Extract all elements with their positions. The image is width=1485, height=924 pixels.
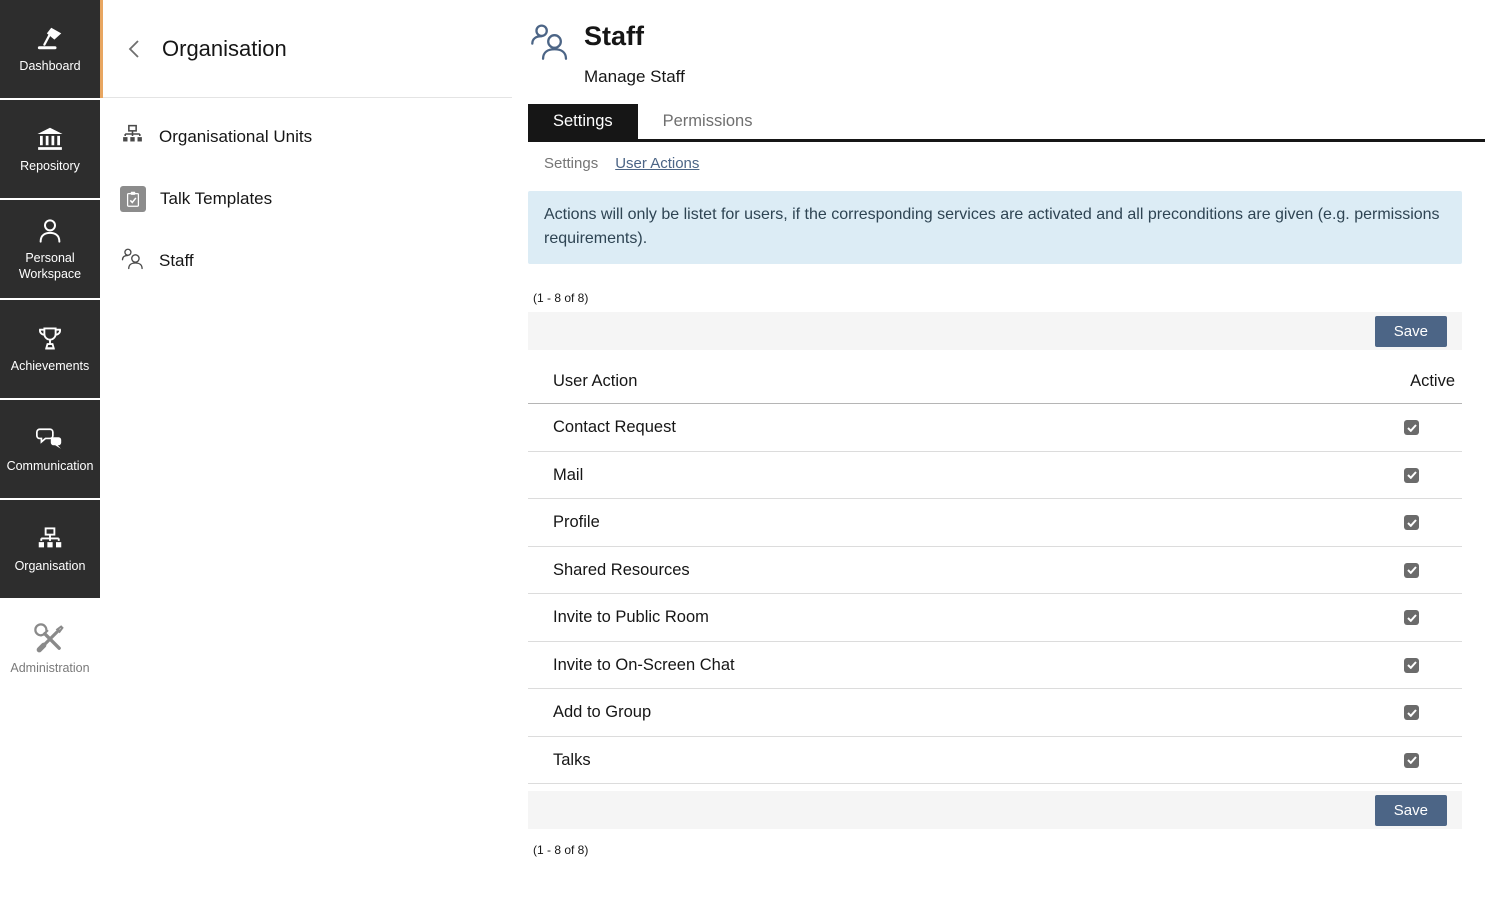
panel-title: Organisation xyxy=(162,36,287,62)
checkbox[interactable] xyxy=(1404,753,1419,768)
panel-item-staff[interactable]: Staff xyxy=(103,230,512,292)
page-title: Staff xyxy=(584,22,685,52)
row-label: Talks xyxy=(553,751,591,770)
panel-item-organisational-units[interactable]: Organisational Units xyxy=(103,106,512,168)
tab-permissions[interactable]: Permissions xyxy=(638,104,778,139)
panel-item-talk-templates[interactable]: Talk Templates xyxy=(103,168,512,230)
table-toolbar-bottom: Save xyxy=(528,791,1462,829)
subtab-bar: Settings User Actions xyxy=(528,142,1462,172)
row-label: Shared Resources xyxy=(553,561,690,580)
table-header: User Action Active xyxy=(528,356,1462,404)
row-label: Contact Request xyxy=(553,418,676,437)
clipboard-icon xyxy=(120,186,146,212)
sidebar-item-personal-workspace[interactable]: Personal Workspace xyxy=(0,200,100,298)
page-header: Staff Manage Staff xyxy=(528,22,1462,87)
checkbox[interactable] xyxy=(1404,420,1419,435)
sidebar-item-administration[interactable]: Administration xyxy=(0,600,100,698)
row-label: Add to Group xyxy=(553,703,651,722)
sidebar-item-repository[interactable]: Repository xyxy=(0,100,100,198)
sidebar-item-communication[interactable]: Communication xyxy=(0,400,100,498)
tab-settings[interactable]: Settings xyxy=(528,104,638,139)
save-button[interactable]: Save xyxy=(1375,316,1447,347)
table-row: Profile xyxy=(528,499,1462,547)
panel-list: Organisational Units Talk Templates xyxy=(103,98,512,292)
table-row: Contact Request xyxy=(528,404,1462,452)
column-header-user-action: User Action xyxy=(553,372,637,391)
row-label: Invite to Public Room xyxy=(553,608,709,627)
sidebar-item-organisation[interactable]: Organisation xyxy=(0,500,100,598)
chevron-left-icon[interactable] xyxy=(127,39,141,59)
subtab-user-actions[interactable]: User Actions xyxy=(615,155,699,172)
save-button[interactable]: Save xyxy=(1375,795,1447,826)
checkbox[interactable] xyxy=(1404,705,1419,720)
checkbox[interactable] xyxy=(1404,563,1419,578)
sidebar-item-dashboard[interactable]: Dashboard xyxy=(0,0,100,98)
organisation-panel: Organisation Organisational Units xyxy=(103,0,512,924)
table-row: Add to Group xyxy=(528,689,1462,737)
sidebar-item-achievements[interactable]: Achievements xyxy=(0,300,100,398)
table-row: Mail xyxy=(528,452,1462,500)
row-label: Mail xyxy=(553,466,583,485)
table-toolbar-top: Save xyxy=(528,312,1462,350)
panel-item-label: Talk Templates xyxy=(160,189,272,209)
table-row: Talks xyxy=(528,737,1462,785)
info-message: Actions will only be listet for users, i… xyxy=(528,191,1462,265)
checkbox[interactable] xyxy=(1404,610,1419,625)
org-chart-icon xyxy=(35,524,65,554)
main-sidebar: Dashboard Repository Personal Workspace xyxy=(0,0,103,924)
staff-icon xyxy=(528,22,571,87)
bank-icon xyxy=(35,124,65,154)
sidebar-item-label: Dashboard xyxy=(17,59,82,75)
panel-item-label: Organisational Units xyxy=(159,127,312,147)
sidebar-item-label: Communication xyxy=(5,459,96,475)
sidebar-item-label: Administration xyxy=(8,661,91,677)
sidebar-item-label: Achievements xyxy=(9,359,92,375)
subtab-settings[interactable]: Settings xyxy=(544,155,598,172)
panel-header: Organisation xyxy=(103,0,512,98)
org-chart-icon xyxy=(120,122,145,152)
sidebar-item-label: Personal Workspace xyxy=(0,251,100,282)
sidebar-item-label: Organisation xyxy=(13,559,88,575)
row-label: Profile xyxy=(553,513,600,532)
checkbox[interactable] xyxy=(1404,658,1419,673)
table-row: Invite to On-Screen Chat xyxy=(528,642,1462,690)
sidebar-item-label: Repository xyxy=(18,159,82,175)
checkbox[interactable] xyxy=(1404,468,1419,483)
table-body: Contact Request Mail Profile xyxy=(528,404,1462,784)
chat-bubbles-icon xyxy=(34,424,66,454)
lamp-icon xyxy=(35,24,65,54)
range-label-bottom: (1 - 8 of 8) xyxy=(533,843,1462,857)
person-icon xyxy=(35,216,65,246)
tab-bar: Settings Permissions xyxy=(528,104,1485,142)
trophy-icon xyxy=(35,324,65,354)
checkbox[interactable] xyxy=(1404,515,1419,530)
row-label: Invite to On-Screen Chat xyxy=(553,656,735,675)
tools-icon xyxy=(33,622,67,656)
table-row: Shared Resources xyxy=(528,547,1462,595)
column-header-active: Active xyxy=(1410,372,1455,391)
main-content: Staff Manage Staff Settings Permissions … xyxy=(512,0,1485,924)
page-subtitle: Manage Staff xyxy=(584,67,685,87)
table-row: Invite to Public Room xyxy=(528,594,1462,642)
staff-icon xyxy=(120,247,145,275)
range-label-top: (1 - 8 of 8) xyxy=(533,291,1462,305)
panel-item-label: Staff xyxy=(159,251,194,271)
